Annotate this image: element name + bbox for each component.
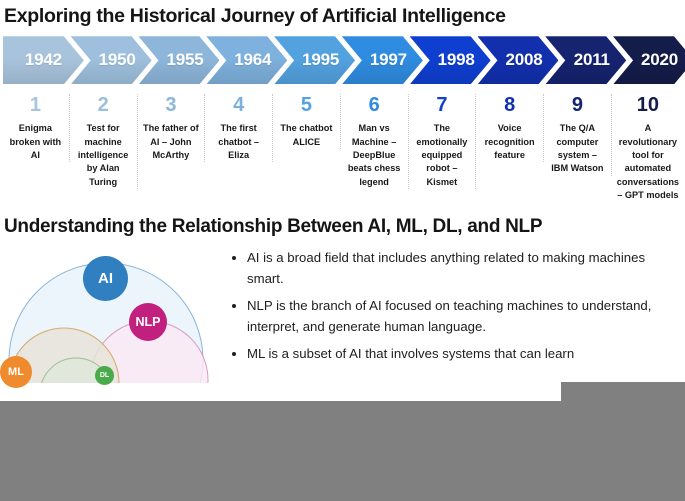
page-title: Exploring the Historical Journey of Arti…: [4, 5, 506, 27]
timeline-item-5: 5 The chatbot ALICE: [273, 94, 341, 150]
section-2-title: Understanding the Relationship Between A…: [4, 216, 543, 238]
bullet-list: AI is a broad field that includes anythi…: [225, 248, 677, 364]
timeline-year-label: 1964: [234, 50, 272, 70]
timeline-item-8: 8 Voice recognition feature: [476, 94, 544, 163]
timeline-year-label: 2011: [573, 50, 610, 70]
timeline-item-number: 2: [97, 94, 109, 117]
timeline-item-7: 7 The emotionally equipped robot – Kismet: [409, 94, 477, 190]
timeline-year-label: 1950: [98, 50, 136, 70]
timeline-item-number: 7: [436, 94, 448, 117]
timeline-item-number: 10: [636, 94, 660, 117]
timeline-item-number: 5: [300, 94, 312, 117]
ml-badge-label: ML: [8, 366, 24, 379]
timeline-item-2: 2 Test for machine intelligence by Alan T…: [70, 94, 138, 190]
bullet-item: AI is a broad field that includes anythi…: [247, 248, 677, 289]
timeline-item-number: 8: [504, 94, 516, 117]
bullet-item: ML is a subset of AI that involves syste…: [247, 344, 677, 364]
timeline-arrow-1942: 1942: [3, 36, 84, 84]
timeline-year-label: 2020: [641, 50, 679, 70]
venn-diagram: AI NLP ML DL: [0, 248, 217, 389]
timeline-item-description: Enigma broken with AI: [9, 123, 62, 161]
timeline-item-number: 1: [29, 94, 41, 117]
timeline-item-description: A revolutionary tool for automated conve…: [616, 123, 680, 201]
relationship-bullet-list: AI is a broad field that includes anythi…: [225, 248, 685, 371]
timeline-item-description: The emotionally equipped robot – Kismet: [416, 123, 468, 187]
timeline-item-description: Voice recognition feature: [484, 123, 535, 161]
timeline-year-label: 1955: [166, 50, 204, 70]
timeline-item-3: 3 The father of AI – John McArthy: [138, 94, 206, 163]
timeline-year-label: 1997: [369, 50, 407, 70]
overlay-occlusion-right: [561, 382, 685, 402]
timeline-year-label: 1942: [24, 50, 62, 70]
timeline-year-label: 1998: [437, 50, 475, 70]
timeline-arrow-strip: 1942 1950 1955 1964 1995 1997 1998 2008 2011 2020: [3, 36, 681, 84]
timeline-item-number: 9: [571, 94, 583, 117]
ml-badge: ML: [0, 356, 32, 389]
page-root: Exploring the Historical Journey of Arti…: [0, 0, 685, 501]
timeline-item-description: The father of AI – John McArthy: [143, 123, 199, 161]
timeline-item-9: 9 The Q/A computer system – IBM Watson: [544, 94, 612, 176]
ai-badge-label: AI: [98, 270, 113, 288]
timeline-item-description: Man vs Machine – DeepBlue beats chess le…: [347, 123, 401, 187]
dl-badge-label: DL: [99, 372, 110, 380]
timeline-item-description: The first chatbot – Eliza: [218, 123, 260, 161]
timeline-item-4: 4 The first chatbot – Eliza: [205, 94, 273, 163]
timeline-item-description: The chatbot ALICE: [280, 123, 333, 147]
section-2-body: AI NLP ML DL AI is a broad field that in…: [0, 248, 685, 389]
timeline-year-label: 2008: [505, 50, 543, 70]
timeline-items-row: 1 Enigma broken with AI 2 Test for machine …: [2, 94, 684, 202]
nlp-badge-label: NLP: [135, 315, 161, 330]
overlay-occlusion-bottom: [0, 401, 685, 501]
timeline-item-number: 4: [233, 94, 245, 117]
bullet-item: NLP is the branch of AI focused on teach…: [247, 296, 677, 337]
timeline-item-number: 3: [165, 94, 177, 117]
timeline-item-10: 10 A revolutionary tool for automated con…: [612, 94, 684, 202]
timeline-item-1: 1 Enigma broken with AI: [2, 94, 70, 163]
timeline-item-description: The Q/A computer system – IBM Watson: [551, 123, 604, 174]
timeline-item-description: Test for machine intelligence by Alan Tu…: [77, 123, 129, 187]
timeline-item-number: 6: [368, 94, 380, 117]
timeline-year-label: 1995: [302, 50, 340, 70]
timeline-item-6: 6 Man vs Machine – DeepBlue beats chess l…: [341, 94, 409, 190]
